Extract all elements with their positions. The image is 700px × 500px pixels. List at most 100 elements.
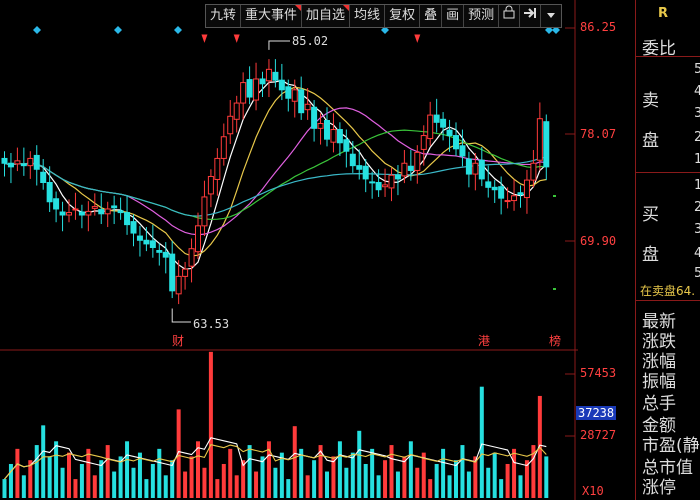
candle[interactable] [40, 159, 47, 190]
volume-bar[interactable] [460, 445, 465, 498]
volume-bar[interactable] [221, 463, 226, 498]
volume-bar[interactable] [402, 456, 407, 498]
volume-bar[interactable] [157, 448, 162, 498]
candle[interactable] [207, 169, 214, 208]
volume-bar[interactable] [273, 467, 278, 498]
volume-bar[interactable] [183, 471, 188, 498]
candle[interactable] [401, 150, 408, 184]
candle[interactable] [149, 224, 156, 258]
volume-bar[interactable] [118, 456, 123, 498]
volume-bar[interactable] [112, 471, 117, 498]
chart-area[interactable]: 九转 重大事件 加自选 均线 复权 叠 画 预测 86.25 78.07 69.… [0, 0, 617, 500]
candle[interactable] [536, 102, 543, 171]
event-marker-gang[interactable]: 港 [478, 332, 490, 349]
volume-bar[interactable] [54, 441, 59, 498]
volume-bar[interactable] [260, 456, 265, 498]
major-events-button[interactable]: 重大事件 [241, 5, 303, 27]
lock-icon[interactable] [499, 5, 521, 27]
volume-bar[interactable] [486, 467, 491, 498]
candle[interactable] [220, 123, 227, 166]
overlay-button[interactable]: 叠 [420, 5, 443, 27]
candle[interactable] [143, 227, 150, 252]
volume-bar[interactable] [383, 460, 388, 498]
candle[interactable] [349, 140, 356, 173]
volume-bar[interactable] [247, 445, 252, 498]
candle[interactable] [336, 122, 343, 157]
volume-bar[interactable] [434, 463, 439, 498]
volume-bar[interactable] [363, 463, 368, 498]
candle[interactable] [259, 71, 266, 98]
arrow-right-icon[interactable] [520, 5, 542, 27]
volume-bar[interactable] [105, 445, 110, 498]
volume-bar[interactable] [350, 452, 355, 498]
volume-bar[interactable] [208, 351, 213, 498]
candle[interactable] [382, 168, 389, 197]
moving-average-button[interactable]: 均线 [350, 5, 386, 27]
candle[interactable] [265, 59, 272, 98]
volume-bar[interactable] [492, 452, 497, 498]
candle[interactable] [453, 122, 459, 157]
draw-button[interactable]: 画 [442, 5, 465, 27]
candle[interactable] [240, 72, 247, 120]
candle[interactable] [543, 114, 550, 181]
candle[interactable] [317, 113, 324, 145]
volume-bar[interactable] [189, 456, 194, 498]
volume-bar[interactable] [67, 452, 71, 498]
volume-bar[interactable] [370, 448, 375, 498]
candle[interactable] [27, 151, 34, 179]
diamond-marker[interactable] [33, 26, 41, 34]
volume-bar[interactable] [131, 467, 136, 498]
candle[interactable] [14, 147, 21, 172]
volume-bar[interactable] [357, 430, 362, 498]
candle[interactable] [227, 100, 234, 144]
event-marker-cai[interactable]: 财 [172, 332, 184, 349]
candle[interactable] [388, 168, 395, 202]
volume-bar[interactable] [408, 441, 413, 498]
diamond-marker[interactable] [114, 26, 122, 34]
volume-bar[interactable] [202, 467, 207, 498]
diamond-marker[interactable] [174, 26, 182, 34]
add-favorite-button[interactable]: 加自选 [302, 5, 351, 27]
candle[interactable] [491, 180, 498, 203]
volume-bar[interactable] [163, 475, 168, 498]
candle[interactable] [253, 62, 260, 111]
candle[interactable] [7, 153, 14, 184]
volume-bar[interactable] [344, 467, 349, 498]
candle[interactable] [440, 112, 447, 141]
volume-bar[interactable] [376, 475, 381, 498]
adjust-price-button[interactable]: 复权 [385, 5, 421, 27]
volume-bar[interactable] [228, 448, 233, 498]
candle[interactable] [465, 151, 472, 188]
volume-bar[interactable] [150, 463, 155, 498]
volume-bar[interactable] [34, 445, 39, 498]
jiuzhuan-button[interactable]: 九转 [206, 5, 242, 27]
candle[interactable] [369, 171, 376, 199]
candle[interactable] [20, 147, 27, 176]
candle[interactable] [324, 107, 330, 147]
candle[interactable] [156, 243, 163, 266]
volume-bar[interactable] [15, 448, 20, 498]
volume-bar[interactable] [299, 448, 304, 498]
candle[interactable] [298, 76, 305, 120]
candle[interactable] [343, 129, 350, 168]
candle[interactable] [33, 145, 40, 186]
volume-bar[interactable] [395, 471, 400, 498]
volume-bar[interactable] [325, 471, 329, 498]
event-flag-icon[interactable] [201, 34, 208, 43]
candle[interactable] [375, 169, 382, 197]
candle[interactable] [394, 165, 401, 196]
volume-bar[interactable] [144, 479, 149, 498]
volume-bar[interactable] [60, 467, 65, 498]
candle[interactable] [272, 59, 279, 88]
volume-bar[interactable] [415, 467, 420, 498]
volume-bar[interactable] [544, 456, 549, 498]
volume-bar[interactable] [73, 479, 78, 498]
candle[interactable] [330, 113, 337, 153]
event-flag-icon[interactable] [233, 34, 240, 43]
volume-bar[interactable] [428, 479, 433, 498]
candle[interactable] [78, 204, 85, 229]
volume-bar[interactable] [234, 475, 239, 498]
candle[interactable] [478, 146, 485, 187]
volume-bar[interactable] [47, 456, 52, 498]
event-marker-bang[interactable]: 榜 [549, 332, 561, 349]
